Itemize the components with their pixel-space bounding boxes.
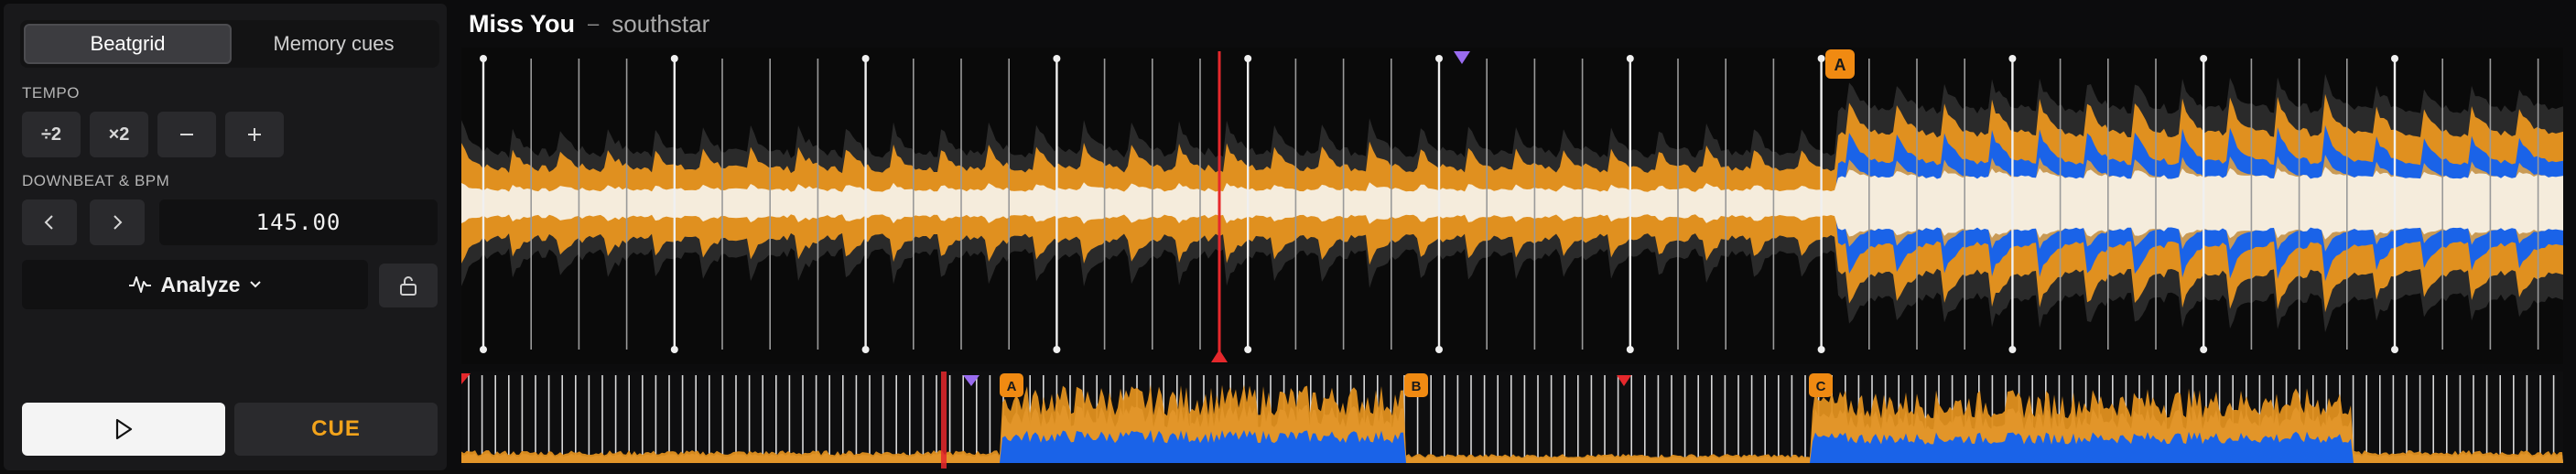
downbeat-dot — [2200, 346, 2208, 353]
downbeat-dot — [2391, 346, 2398, 353]
beatgrid-panel: Beatgrid Memory cues TEMPO ÷2 ×2 DOWNBEA… — [4, 4, 447, 470]
downbeat-dot — [1626, 346, 1634, 353]
downbeat-dot — [670, 55, 678, 62]
waveform-icon — [128, 276, 151, 293]
downbeat-bpm-label: DOWNBEAT & BPM — [22, 172, 170, 189]
downbeat-dot — [670, 346, 678, 353]
chevron-left-icon — [44, 215, 53, 230]
decrease-tempo-button[interactable] — [157, 112, 216, 157]
minus-icon — [180, 134, 193, 135]
tempo-label: TEMPO — [22, 84, 80, 102]
downbeat-dot — [1435, 55, 1443, 62]
overview-hot-cue-label: B — [1412, 379, 1422, 394]
downbeat-dot — [1244, 346, 1252, 353]
downbeat-dot — [1244, 55, 1252, 62]
bpm-field[interactable]: 145.00 — [159, 199, 438, 245]
overview-hot-cue-label: A — [1007, 379, 1017, 394]
downbeat-dot — [861, 346, 870, 353]
downbeat-dot — [1817, 55, 1825, 62]
overview-waveform[interactable]: A B C — [461, 372, 2563, 469]
downbeat-dot — [2008, 55, 2017, 62]
downbeat-dot — [480, 346, 487, 353]
downbeat-dot — [2008, 346, 2017, 353]
downbeat-dot — [1626, 55, 1634, 62]
shift-grid-right-button[interactable] — [90, 199, 145, 245]
hot-cue-label: A — [1835, 56, 1846, 74]
overview-hot-cue-label: C — [1816, 379, 1826, 394]
play-icon — [115, 418, 133, 440]
zoomed-waveform[interactable]: A — [461, 48, 2563, 364]
unlock-icon — [400, 276, 417, 296]
play-button[interactable] — [22, 403, 225, 456]
analyze-label: Analyze — [160, 272, 241, 296]
grid-lock-button[interactable] — [379, 264, 438, 307]
title-separator: – — [588, 12, 600, 35]
downbeat-dot — [1817, 346, 1825, 353]
cue-button[interactable]: CUE — [234, 403, 438, 456]
track-artist: southstar — [612, 9, 710, 38]
chevron-down-icon — [250, 281, 262, 288]
double-tempo-button[interactable]: ×2 — [90, 112, 148, 157]
downbeat-dot — [1435, 346, 1443, 353]
analyze-button[interactable]: Analyze — [22, 260, 368, 309]
increase-tempo-button[interactable] — [225, 112, 284, 157]
plus-icon — [248, 128, 261, 141]
downbeat-dot — [2200, 55, 2208, 62]
halve-tempo-button[interactable]: ÷2 — [22, 112, 81, 157]
shift-grid-left-button[interactable] — [22, 199, 77, 245]
overview-playhead[interactable] — [941, 372, 947, 469]
downbeat-dot — [480, 55, 487, 62]
track-title: Miss You — [469, 9, 576, 38]
chevron-right-icon — [114, 215, 123, 230]
downbeat-dot — [1053, 346, 1061, 353]
track-header: Miss You – southstar — [469, 5, 709, 42]
tab-beatgrid[interactable]: Beatgrid — [24, 24, 232, 64]
mode-segmented-control: Beatgrid Memory cues — [20, 20, 439, 68]
tab-memory-cues[interactable]: Memory cues — [232, 24, 436, 64]
downbeat-dot — [861, 55, 870, 62]
downbeat-dot — [2391, 55, 2398, 62]
downbeat-dot — [1053, 55, 1061, 62]
